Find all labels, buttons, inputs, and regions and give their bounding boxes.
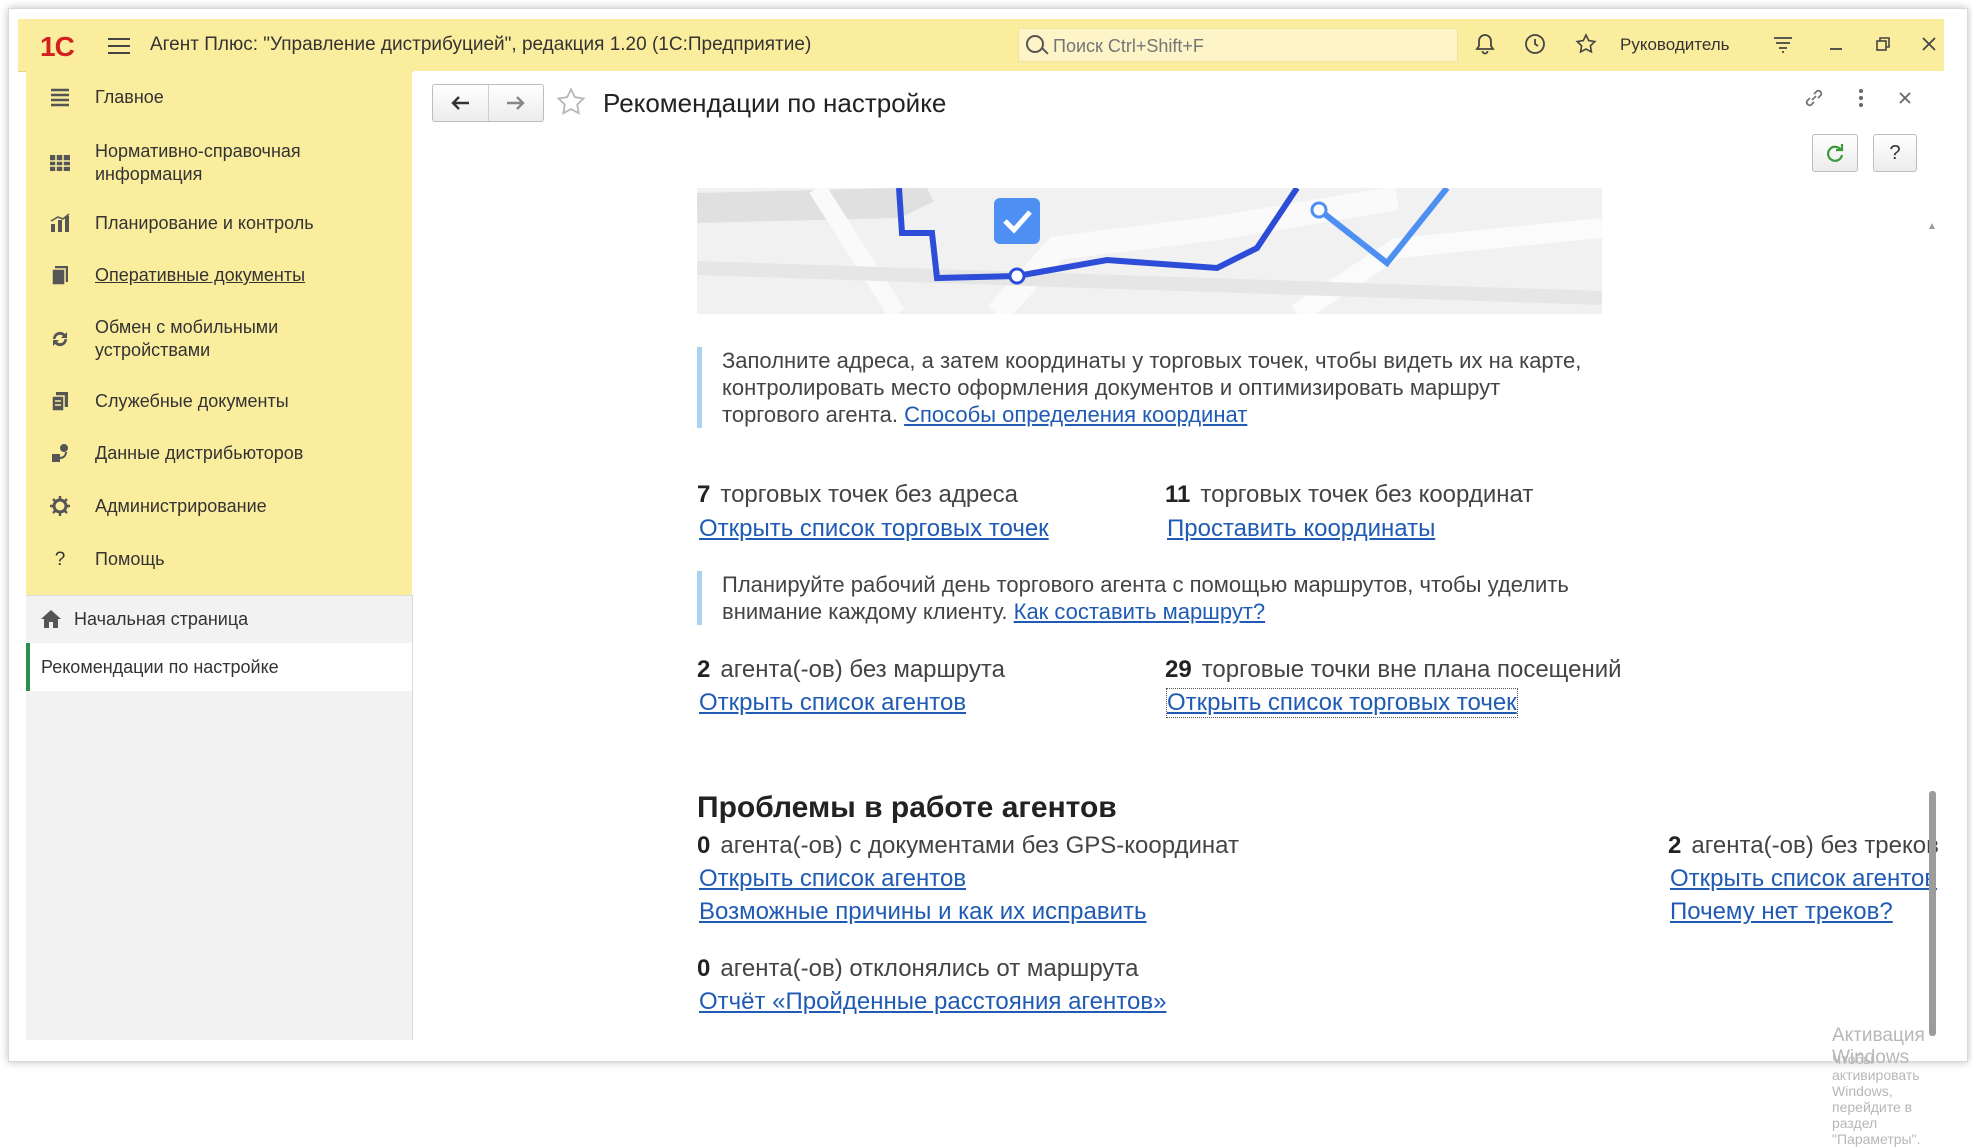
- route-hint: Планируйте рабочий день торгового агента…: [697, 571, 1592, 625]
- user-role[interactable]: Руководитель: [1620, 35, 1730, 55]
- sidebar-item-planning[interactable]: Планирование и контроль: [26, 212, 412, 242]
- scroll-down-icon[interactable]: ▼: [1927, 1021, 1937, 1032]
- 1c-logo: 1С: [40, 31, 75, 62]
- stat-no-coordinates: 11 торговых точек без координат: [1165, 481, 1534, 508]
- sidebar-item-operational-docs[interactable]: Оперативные документы: [26, 264, 412, 294]
- problems-heading: Проблемы в работе агентов: [697, 791, 1117, 824]
- minimize-icon[interactable]: [1823, 32, 1849, 58]
- scroll-up-icon[interactable]: ▲: [1927, 221, 1937, 232]
- home-icon: [40, 608, 62, 636]
- gear-icon: [48, 495, 72, 519]
- search-icon: [1026, 35, 1044, 53]
- sidebar-item-label: Оперативные документы: [95, 265, 306, 285]
- sidebar-item-label: Нормативно-справочная информация: [95, 141, 301, 184]
- sidebar-item-service-docs[interactable]: Служебные документы: [26, 390, 412, 420]
- route-map-illustration: [697, 188, 1602, 314]
- catalog-icon: [48, 152, 72, 176]
- sidebar-item-label: Обмен с мобильными устройствами: [95, 317, 279, 360]
- sidebar-item-main[interactable]: Главное: [26, 86, 412, 116]
- open-window-label: Рекомендации по настройке: [41, 657, 279, 677]
- sidebar-item-catalog[interactable]: Нормативно-справочная информация: [26, 140, 412, 188]
- title-bar: 1С Агент Плюс: "Управление дистрибуцией"…: [18, 19, 1944, 72]
- main-area: Рекомендации по настройке ? Заполните ад…: [413, 71, 1944, 1147]
- open-agents-link[interactable]: Открыть список агентов: [699, 689, 966, 717]
- open-agents-link-2[interactable]: Открыть список агентов: [699, 865, 966, 893]
- how-to-route-link[interactable]: Как составить маршрут?: [1014, 599, 1266, 624]
- sidebar-item-label: Администрирование: [95, 496, 267, 516]
- open-outlets-link[interactable]: Открыть список торговых точек: [699, 515, 1049, 543]
- history-icon[interactable]: [1522, 32, 1548, 58]
- distributor-icon: [48, 442, 72, 466]
- vertical-scrollbar[interactable]: ▲ ▼: [1927, 221, 1937, 1041]
- sidebar-item-label: Планирование и контроль: [95, 213, 314, 233]
- restore-icon[interactable]: [1870, 32, 1896, 58]
- sidebar-item-label: Данные дистрибьюторов: [95, 443, 304, 463]
- activation-watermark-text: Чтобы активировать Windows, перейдите в …: [1832, 1051, 1921, 1147]
- coordinates-methods-link[interactable]: Способы определения координат: [904, 402, 1247, 427]
- recommendations-content: Заполните адреса, а затем координаты у т…: [413, 71, 1939, 1147]
- settings-icon[interactable]: [1770, 32, 1796, 58]
- stat-outside-plan: 29 торговые точки вне плана посещений: [1165, 656, 1622, 683]
- sidebar-item-distributors[interactable]: Данные дистрибьюторов: [26, 442, 412, 472]
- why-no-tracks-link[interactable]: Почему нет треков?: [1670, 898, 1893, 926]
- open-outlets-link-2[interactable]: Открыть список торговых точек: [1166, 688, 1518, 718]
- stat-no-gps: 0 агента(-ов) с документами без GPS-коорд…: [697, 832, 1239, 859]
- set-coordinates-link[interactable]: Проставить координаты: [1167, 515, 1435, 543]
- sidebar-item-label: Служебные документы: [95, 391, 289, 411]
- search-input[interactable]: [1051, 31, 1445, 61]
- distance-report-link[interactable]: Отчёт «Пройденные расстояния агентов»: [699, 988, 1166, 1016]
- question-icon: ?: [54, 549, 66, 570]
- sync-icon: [48, 328, 72, 352]
- sections-panel: Главное Нормативно-справочная информация…: [26, 71, 412, 595]
- coordinates-hint: Заполните адреса, а затем координаты у т…: [697, 347, 1592, 428]
- bell-icon[interactable]: [1472, 32, 1498, 58]
- home-page-label: Начальная страница: [74, 609, 249, 629]
- sidebar-item-mobile-exchange[interactable]: Обмен с мобильными устройствами: [26, 316, 412, 364]
- app-title: Агент Плюс: "Управление дистрибуцией", р…: [150, 34, 812, 55]
- close-icon[interactable]: [1916, 32, 1942, 58]
- open-windows-panel: Начальная страница Рекомендации по настр…: [26, 595, 413, 1040]
- star-icon[interactable]: [1573, 32, 1599, 58]
- stat-route-deviation: 0 агента(-ов) отклонялись от маршрута: [697, 955, 1139, 982]
- service-docs-icon: [48, 390, 72, 414]
- sidebar-item-administration[interactable]: Администрирование: [26, 495, 412, 525]
- home-page-item[interactable]: Начальная страница: [26, 595, 412, 645]
- sidebar-item-help[interactable]: ? Помощь: [26, 548, 412, 578]
- search-box[interactable]: [1018, 28, 1458, 62]
- documents-icon: [48, 264, 72, 288]
- stat-no-route: 2 агента(-ов) без маршрута: [697, 656, 1005, 683]
- scrollbar-thumb[interactable]: [1929, 791, 1936, 1036]
- sidebar-item-label: Главное: [95, 87, 164, 107]
- menu-icon[interactable]: [108, 35, 130, 55]
- open-window-tab[interactable]: Рекомендации по настройке: [26, 643, 412, 691]
- possible-causes-link[interactable]: Возможные причины и как их исправить: [699, 898, 1147, 926]
- stat-no-address: 7 торговых точек без адреса: [697, 481, 1018, 508]
- sidebar-item-label: Помощь: [95, 549, 165, 569]
- open-agents-link-3[interactable]: Открыть список агентов: [1670, 865, 1937, 893]
- chart-icon: [48, 212, 72, 236]
- menu-icon: [48, 86, 72, 110]
- stat-no-tracks: 2 агента(-ов) без треков: [1668, 832, 1939, 859]
